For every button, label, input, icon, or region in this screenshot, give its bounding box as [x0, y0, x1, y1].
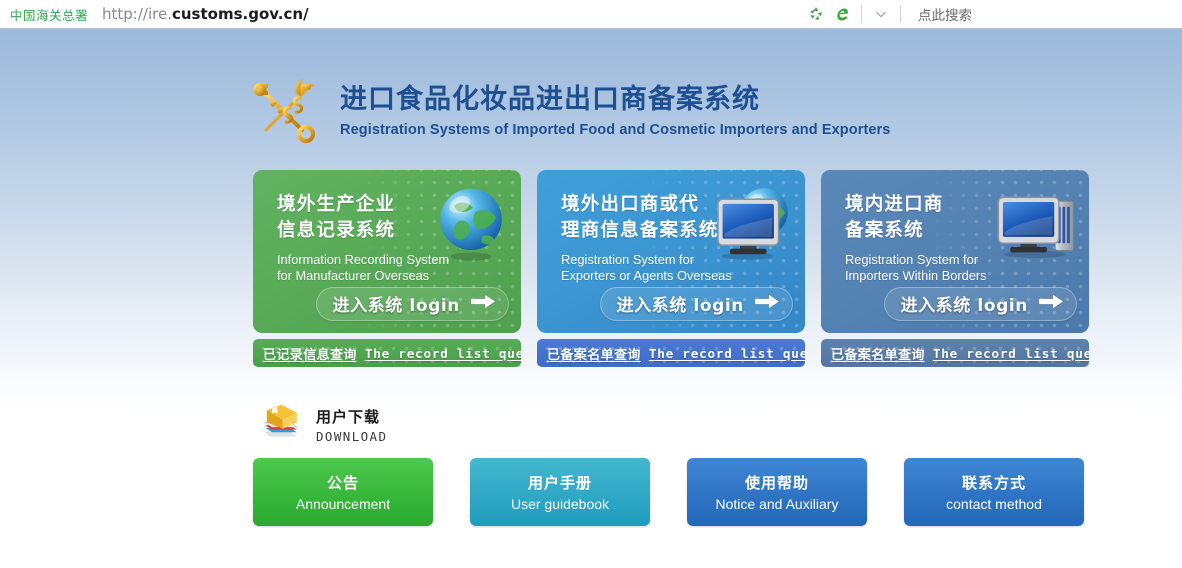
card-sub-line1: Registration System for	[845, 251, 978, 267]
bottom-nav-button-group: 公告 Announcement 用户手册 User guidebook 使用帮助…	[253, 458, 1084, 526]
query-label-en: The record list query	[648, 345, 805, 361]
announcement-button[interactable]: 公告 Announcement	[253, 458, 433, 526]
login-button-label: 进入系统 login	[332, 296, 460, 316]
record-list-query-link[interactable]: 已记录信息查询 The record list query	[253, 339, 521, 367]
customs-key-caduceus-emblem-icon	[250, 74, 322, 146]
systems-card-group: 境外生产企业 信息记录系统 Information Recording Syst…	[253, 170, 1089, 367]
page-subtitle: Registration Systems of Imported Food an…	[340, 121, 891, 138]
announcement-label-en: Announcement	[295, 496, 391, 512]
arrow-right-icon	[753, 292, 781, 316]
query-label-cn: 已备案名单查询	[831, 347, 925, 363]
query-label-en: The record list query	[932, 345, 1089, 361]
card-title-line2: 信息记录系统	[277, 220, 396, 242]
announcement-label-cn: 公告	[326, 474, 359, 492]
card-title-line1: 境内进口商	[845, 194, 944, 215]
card-title-cn: 境内进口商 备案系统	[845, 192, 1035, 245]
login-button[interactable]: 进入系统 login	[316, 287, 509, 321]
contact-method-label-en: contact method	[946, 496, 1042, 512]
login-button[interactable]: 进入系统 login	[600, 287, 793, 321]
card-panel[interactable]: 境内进口商 备案系统 Registration System for Impor…	[821, 170, 1089, 333]
user-guidebook-label-en: User guidebook	[510, 496, 610, 512]
site-title-block: 进口食品化妆品进出口商备案系统 Registration Systems of …	[340, 82, 890, 137]
card-title-line1: 境外生产企业	[277, 194, 396, 215]
download-section: 用户下载 DOWNLOAD	[258, 401, 387, 449]
notice-auxiliary-label-en: Notice and Auxiliary	[715, 496, 839, 512]
record-list-query-link[interactable]: 已备案名单查询 The record list query	[821, 339, 1089, 367]
card-subtitle-en: Information Recording System for Manufac…	[277, 252, 482, 286]
browser-toolbar: 中国海关总署 http://ire.customs.gov.cn/ 点此搜索	[0, 0, 1182, 30]
card-sub-line1: Information Recording System	[277, 251, 450, 267]
url-domain: customs.gov.cn/	[171, 5, 309, 23]
system-card-manufacturer-overseas: 境外生产企业 信息记录系统 Information Recording Syst…	[253, 170, 521, 367]
notice-auxiliary-button[interactable]: 使用帮助 Notice and Auxiliary	[687, 458, 867, 526]
card-title-line2: 理商信息备案系统	[561, 220, 719, 242]
query-label-cn: 已备案名单查询	[547, 347, 641, 363]
contact-method-button[interactable]: 联系方式 contact method	[904, 458, 1084, 526]
toolbar-divider-2	[900, 5, 901, 23]
toolbar-divider	[861, 5, 862, 23]
login-button-label: 进入系统 login	[616, 296, 744, 316]
arrow-right-icon	[1037, 292, 1065, 316]
site-header: 进口食品化妆品进出口商备案系统 Registration Systems of …	[250, 74, 890, 146]
user-guidebook-label-cn: 用户手册	[527, 474, 592, 492]
books-stack-icon	[258, 401, 304, 449]
notice-auxiliary-label-cn: 使用帮助	[744, 474, 809, 492]
ie-browser-icon[interactable]	[832, 4, 852, 24]
arrow-right-icon	[469, 292, 497, 316]
customs-brand-label: 中国海关总署	[10, 7, 89, 23]
card-sub-line2: Importers Within Borders	[845, 268, 987, 284]
login-button[interactable]: 进入系统 login	[884, 287, 1077, 321]
query-label-en: The record list query	[364, 345, 521, 361]
card-sub-line2: Exporters or Agents Overseas	[561, 268, 732, 284]
card-panel[interactable]: 境外生产企业 信息记录系统 Information Recording Syst…	[253, 170, 521, 333]
query-label-cn: 已记录信息查询	[263, 347, 357, 363]
browser-toolbar-right: 点此搜索	[806, 4, 1172, 24]
download-label-en: DOWNLOAD	[316, 429, 388, 444]
card-title-line2: 备案系统	[845, 220, 924, 242]
card-title-cn: 境外出口商或代 理商信息备案系统	[561, 192, 751, 245]
search-input[interactable]: 点此搜索	[918, 4, 972, 24]
card-title-cn: 境外生产企业 信息记录系统	[277, 192, 467, 245]
card-panel[interactable]: 境外出口商或代 理商信息备案系统 Registration System for…	[537, 170, 805, 333]
user-guidebook-button[interactable]: 用户手册 User guidebook	[470, 458, 650, 526]
address-bar-url[interactable]: http://ire.customs.gov.cn/	[102, 5, 309, 23]
card-subtitle-en: Registration System for Exporters or Age…	[561, 252, 766, 286]
page-title: 进口食品化妆品进出口商备案系统	[340, 84, 760, 116]
system-card-importers-within-borders: 境内进口商 备案系统 Registration System for Impor…	[821, 170, 1089, 367]
chevron-down-icon[interactable]	[871, 4, 891, 24]
url-prefix: http://ire.	[102, 5, 172, 23]
card-subtitle-en: Registration System for Importers Within…	[845, 252, 1050, 286]
download-label-cn: 用户下载	[316, 408, 381, 426]
contact-method-label-cn: 联系方式	[961, 474, 1026, 492]
card-title-line1: 境外出口商或代	[561, 194, 699, 215]
login-button-label: 进入系统 login	[900, 296, 1028, 316]
system-card-exporters-agents-overseas: 境外出口商或代 理商信息备案系统 Registration System for…	[537, 170, 805, 367]
card-sub-line2: for Manufacturer Overseas	[277, 268, 430, 284]
download-label-block: 用户下载 DOWNLOAD	[316, 406, 387, 444]
sync-green-icon[interactable]	[806, 4, 826, 24]
page-body: 进口食品化妆品进出口商备案系统 Registration Systems of …	[0, 30, 1182, 568]
record-list-query-link[interactable]: 已备案名单查询 The record list query	[537, 339, 805, 367]
card-sub-line1: Registration System for	[561, 251, 694, 267]
